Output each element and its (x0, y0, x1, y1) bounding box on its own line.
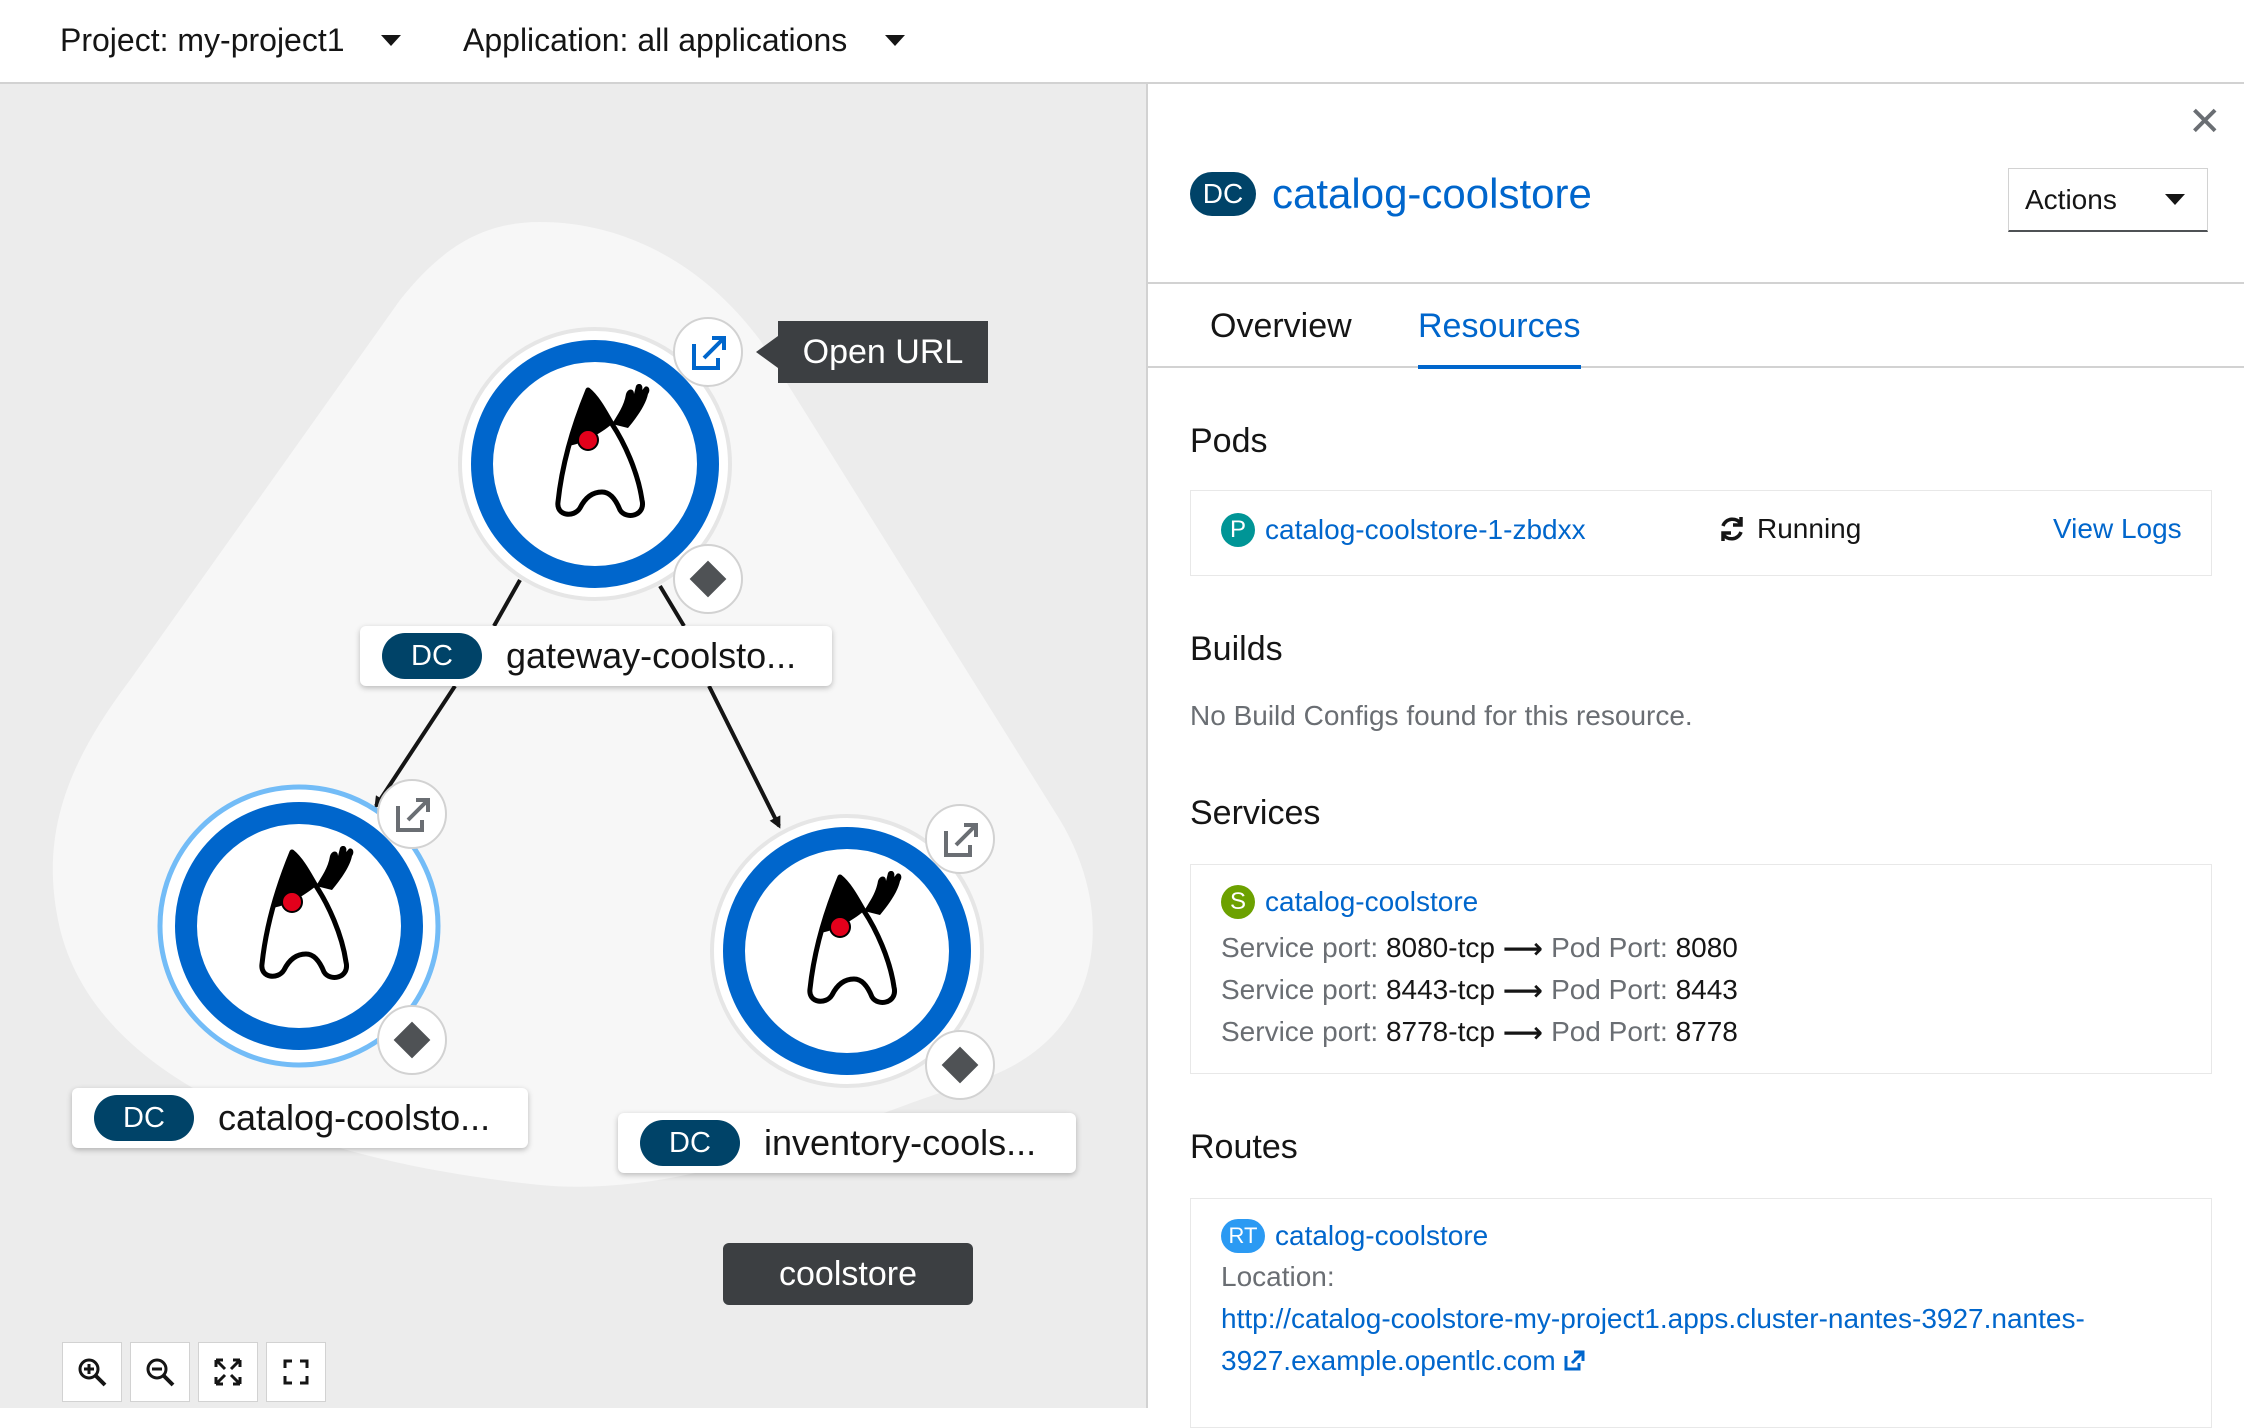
fit-to-screen-icon (214, 1358, 242, 1386)
dc-badge: DC (640, 1120, 740, 1166)
builds-empty-text: No Build Configs found for this resource… (1190, 700, 1693, 731)
service-port-label: Service port: (1221, 932, 1379, 963)
caret-down-icon (885, 34, 906, 46)
route-url-line2[interactable]: 3927.example.opentlc.com (1221, 1345, 1556, 1377)
pod-port-value: 8080 (1675, 932, 1738, 963)
node-name: catalog-coolsto... (218, 1097, 491, 1138)
pod-status-text: Running (1757, 513, 1862, 544)
catalog-node-label[interactable]: DC catalog-coolsto... (72, 1088, 528, 1148)
git-decorator-inventory[interactable] (925, 1030, 995, 1100)
dc-badge: DC (94, 1095, 194, 1141)
route-link[interactable]: catalog-coolstore (1275, 1220, 1488, 1252)
pod-status: Running (1717, 513, 1861, 545)
pod-port-value: 8778 (1675, 1016, 1738, 1047)
open-url-decorator-gateway[interactable] (673, 317, 743, 387)
actions-label: Actions (2025, 183, 2117, 215)
project-selector[interactable]: Project: my-project1 (60, 18, 401, 62)
expand-icon (283, 1359, 309, 1385)
arrow-right-icon: ⟶ (1502, 932, 1544, 964)
top-bar: Project: my-project1 Application: all ap… (0, 0, 2244, 84)
service-port-row: Service port: 8080-tcp ⟶ Pod Port: 8080 (1221, 927, 1738, 969)
pod-port-value: 8443 (1675, 974, 1738, 1005)
sync-icon (1721, 517, 1743, 541)
git-decorator-catalog[interactable] (377, 1005, 447, 1075)
arrow-right-icon: ⟶ (1502, 1016, 1544, 1048)
arrow-right-icon: ⟶ (1502, 974, 1544, 1006)
zoom-out-button[interactable] (130, 1342, 190, 1402)
service-port-value: 8080-tcp (1385, 932, 1495, 963)
inventory-node-label[interactable]: DC inventory-cools... (618, 1113, 1076, 1173)
gateway-node-label[interactable]: DC gateway-coolsto... (360, 626, 832, 686)
service-port-value: 8443-tcp (1385, 974, 1495, 1005)
route-item: RT catalog-coolstore (1221, 1219, 1488, 1253)
pod-item: P catalog-coolstore-1-zbdxx (1221, 513, 1586, 547)
route-url-line1[interactable]: http://catalog-coolstore-my-project1.app… (1221, 1303, 2085, 1335)
pod-link[interactable]: catalog-coolstore-1-zbdxx (1265, 514, 1586, 546)
routes-heading: Routes (1190, 1128, 1298, 1166)
route-location-label: Location: (1221, 1261, 1335, 1292)
application-selector[interactable]: Application: all applications (463, 18, 906, 62)
fit-to-screen-button[interactable] (198, 1342, 258, 1402)
edit-decorator-catalog[interactable] (377, 779, 447, 849)
zoom-out-icon (146, 1358, 175, 1387)
panel-heading: DC catalog-coolstore (1190, 170, 1592, 218)
builds-heading: Builds (1190, 630, 1283, 668)
topology-canvas[interactable]: Open URL DC gateway-coolsto... DC catalo… (0, 84, 1146, 1408)
application-selector-label: Application: all applications (463, 21, 848, 58)
git-decorator-gateway[interactable] (673, 544, 743, 614)
panel-title[interactable]: catalog-coolstore (1272, 170, 1592, 218)
caret-down-icon (2165, 194, 2185, 205)
zoom-in-icon (78, 1358, 107, 1387)
dc-badge: DC (1190, 172, 1256, 216)
service-port-label: Service port: (1221, 974, 1379, 1005)
dc-badge: DC (382, 633, 482, 679)
resource-side-panel: ✕ DC catalog-coolstore Actions Overview … (1146, 84, 2244, 1428)
service-item: S catalog-coolstore (1221, 885, 1478, 919)
actions-dropdown[interactable]: Actions (2008, 168, 2208, 232)
expand-button[interactable] (266, 1342, 326, 1402)
external-link-icon (1564, 1350, 1585, 1371)
open-url-tooltip: Open URL (756, 321, 988, 383)
service-port-value: 8778-tcp (1385, 1016, 1495, 1047)
service-badge: S (1221, 885, 1255, 919)
pods-card: P catalog-coolstore-1-zbdxx Running View… (1190, 490, 2212, 576)
node-name: gateway-coolsto... (506, 635, 797, 676)
zoom-in-button[interactable] (62, 1342, 122, 1402)
group-name: coolstore (779, 1254, 917, 1293)
service-link[interactable]: catalog-coolstore (1265, 886, 1478, 918)
tab-overview[interactable]: Overview (1210, 284, 1352, 368)
zoom-controls (62, 1342, 326, 1402)
pod-badge: P (1221, 513, 1255, 547)
route-badge: RT (1221, 1219, 1265, 1253)
pod-port-label: Pod Port: (1551, 932, 1668, 963)
tab-resources[interactable]: Resources (1418, 284, 1581, 369)
service-port-row: Service port: 8443-tcp ⟶ Pod Port: 8443 (1221, 969, 1738, 1011)
panel-tabs: Overview Resources (1148, 282, 2244, 369)
group-label[interactable]: coolstore (723, 1243, 973, 1305)
pod-port-label: Pod Port: (1551, 974, 1668, 1005)
service-ports-list: Service port: 8080-tcp ⟶ Pod Port: 8080 … (1221, 927, 1738, 1053)
route-url-line2-row[interactable]: 3927.example.opentlc.com (1221, 1345, 1586, 1377)
pod-port-label: Pod Port: (1551, 1016, 1668, 1047)
close-icon[interactable]: ✕ (2188, 102, 2222, 142)
node-name: inventory-cools... (764, 1122, 1037, 1163)
caret-down-icon (380, 34, 401, 46)
service-port-row: Service port: 8778-tcp ⟶ Pod Port: 8778 (1221, 1011, 1738, 1053)
view-logs-link[interactable]: View Logs (2053, 513, 2182, 545)
services-card: S catalog-coolstore Service port: 8080-t… (1190, 864, 2212, 1074)
service-port-label: Service port: (1221, 1016, 1379, 1047)
project-selector-label: Project: my-project1 (60, 21, 345, 58)
edit-decorator-inventory[interactable] (925, 804, 995, 874)
pods-heading: Pods (1190, 422, 1268, 460)
services-heading: Services (1190, 794, 1321, 832)
tooltip-text: Open URL (802, 332, 964, 371)
routes-card: RT catalog-coolstore Location: http://ca… (1190, 1198, 2212, 1428)
